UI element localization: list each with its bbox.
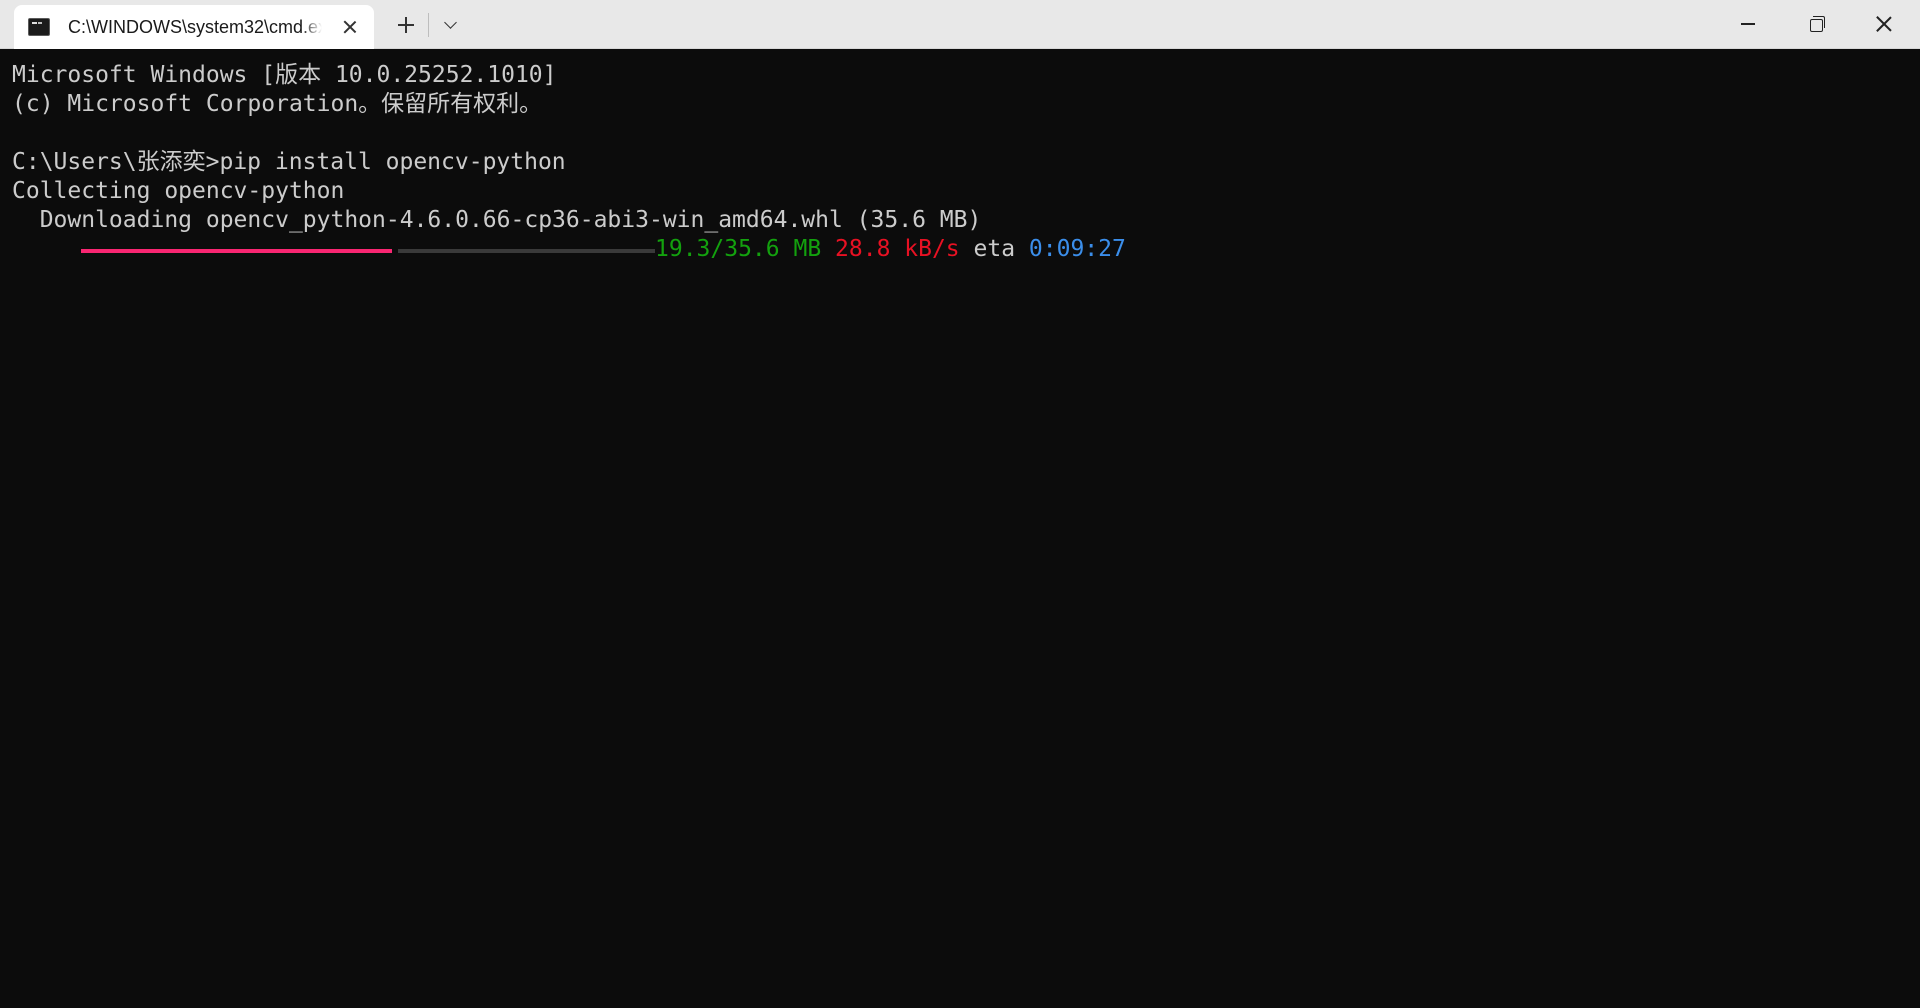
restore-button[interactable] [1782,0,1850,48]
eta-label: eta [973,236,1016,262]
close-tab-icon[interactable] [340,17,360,37]
progress-bar [81,248,655,254]
eta-value: 0:09:27 [1028,236,1126,262]
terminal-line: C:\Users\张添奕>pip install opencv-python [12,149,566,175]
terminal-line: Downloading opencv_python-4.6.0.66-cp36-… [12,207,982,233]
download-progress-line: 19.3/35.6 MB 28.8 kB/s eta 0:09:27 [12,235,1908,264]
close-window-button[interactable] [1850,0,1918,48]
terminal-line: Microsoft Windows [版本 10.0.25252.1010] [12,62,557,88]
minimize-button[interactable] [1714,0,1782,48]
terminal-line: (c) Microsoft Corporation。保留所有权利。 [12,91,543,117]
terminal-output[interactable]: Microsoft Windows [版本 10.0.25252.1010] (… [0,49,1920,1008]
new-tab-button[interactable] [394,13,418,37]
progress-bar-gap [392,248,398,254]
title-bar: C:\WINDOWS\system32\cmd.exe [0,0,1920,49]
downloaded-size: 19.3/35.6 MB [655,236,822,262]
progress-stats: 19.3/35.6 MB 28.8 kB/s eta 0:09:27 [655,235,1126,264]
tab-separator [428,13,429,37]
tab-title: C:\WINDOWS\system32\cmd.exe [68,16,322,37]
terminal-icon [28,18,50,36]
terminal-line: Collecting opencv-python [12,178,345,204]
download-speed: 28.8 kB/s [835,236,960,262]
tab-cmd[interactable]: C:\WINDOWS\system32\cmd.exe [14,5,374,49]
chevron-down-icon[interactable] [440,13,464,37]
progress-bar-fill [81,249,392,253]
